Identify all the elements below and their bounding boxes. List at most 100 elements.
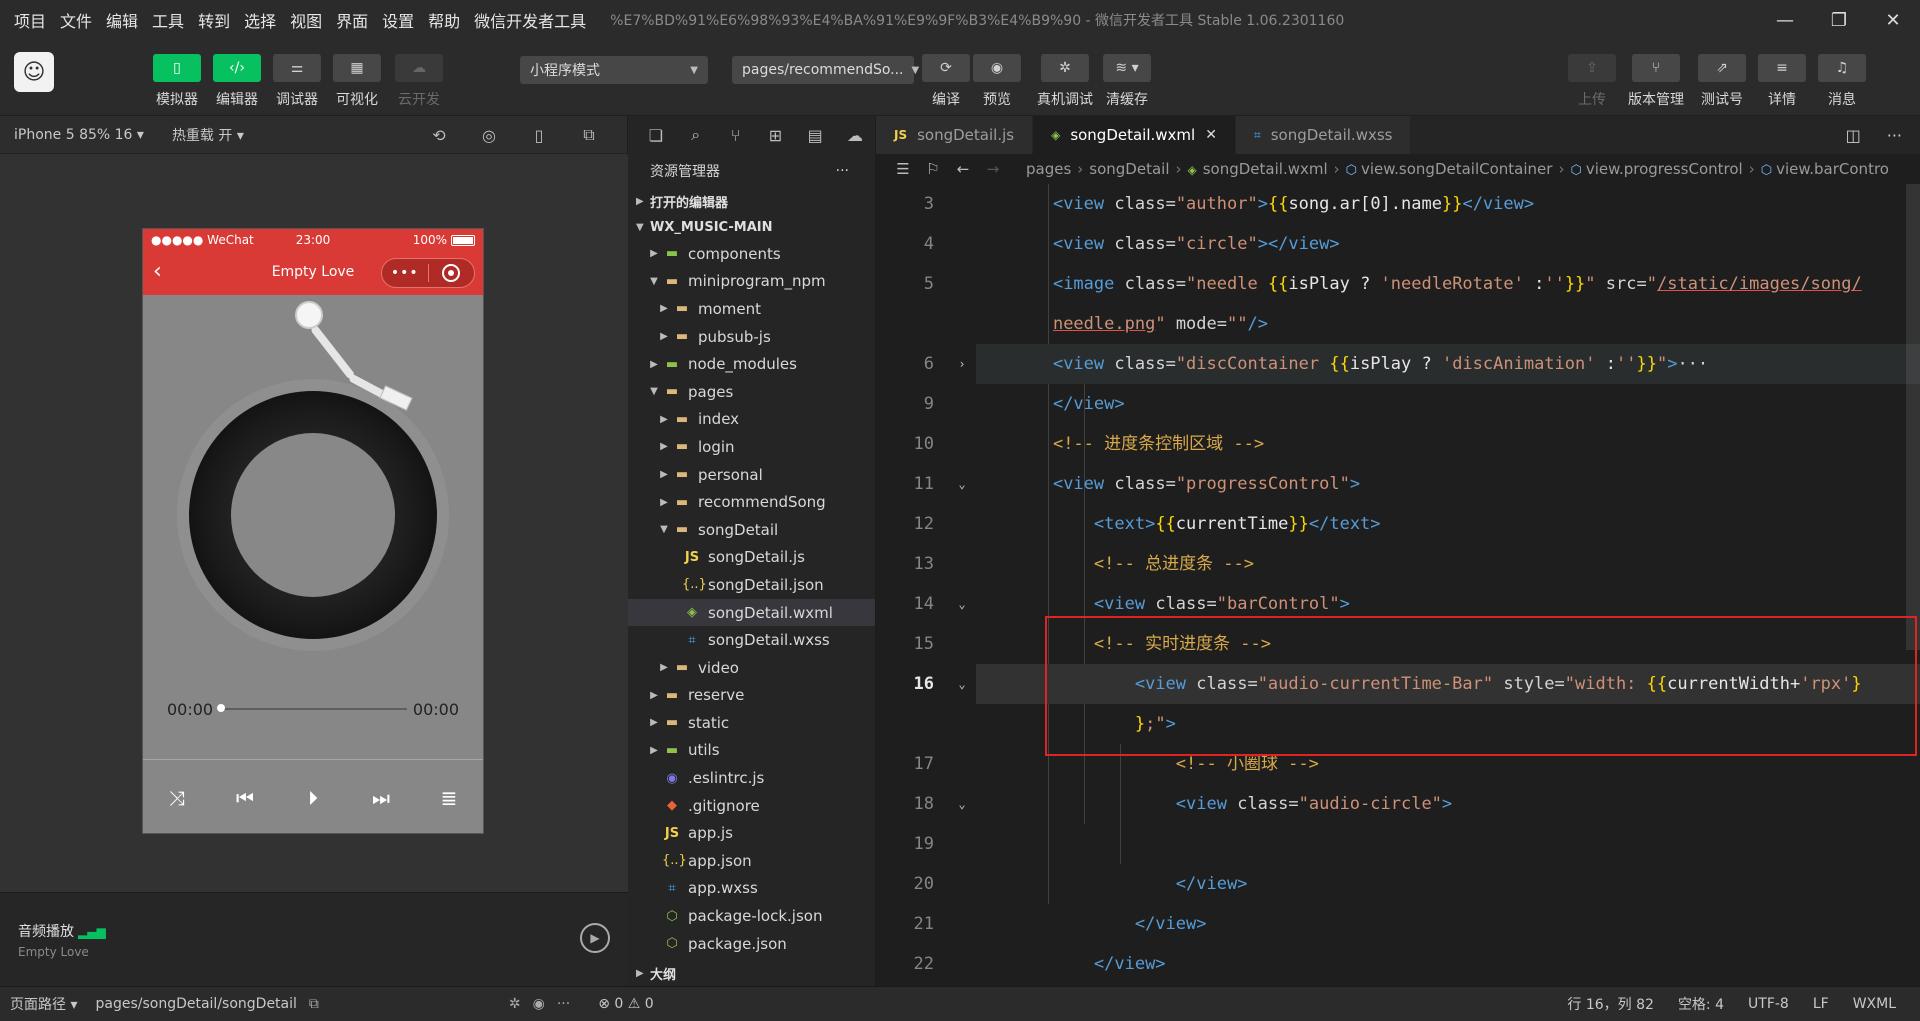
more-icon[interactable]: ··· — [1887, 126, 1902, 145]
menu-item[interactable]: 编辑 — [106, 8, 138, 32]
file-tree-item[interactable]: ▶ ▬ utils — [628, 737, 875, 765]
avatar[interactable]: ☺ — [14, 52, 54, 92]
version-button[interactable]: ⑂ 版本管理 — [1628, 54, 1684, 109]
fold-expanded-icon[interactable]: ⌄ — [948, 584, 976, 624]
encoding[interactable]: UTF-8 — [1748, 996, 1789, 1012]
file-tree-item[interactable]: ▶ ▬ login — [628, 433, 875, 461]
file-tree-item[interactable]: ⌗ songDetail.wxss — [628, 626, 875, 654]
file-tree-item[interactable]: JS songDetail.js — [628, 544, 875, 572]
file-tree-item[interactable]: ◆ .gitignore — [628, 792, 875, 820]
menu-item[interactable]: 视图 — [290, 8, 322, 32]
breadcrumb-item[interactable]: view.progressControl — [1586, 160, 1743, 178]
file-tree-item[interactable]: ⬡ package.json — [628, 930, 875, 958]
outline-section[interactable]: ▶ 大纲 — [628, 960, 876, 986]
file-tree-item[interactable]: ▶ ▬ moment — [628, 295, 875, 323]
hot-reload-toggle[interactable]: 热重载 开 ▾ — [172, 125, 244, 145]
breadcrumb-item[interactable]: songDetail.wxml — [1203, 160, 1328, 178]
project-section[interactable]: ▼ WX_MUSIC-MAIN — [628, 214, 875, 240]
menu-item[interactable]: 项目 — [14, 8, 46, 32]
editor-tab[interactable]: ⌗ songDetail.wxss — [1235, 116, 1412, 154]
menu-capsule[interactable]: ••• — [381, 258, 475, 288]
language-mode[interactable]: WXML — [1853, 996, 1896, 1012]
file-tree-item[interactable]: ▶ ▬ static — [628, 709, 875, 737]
editor-tab[interactable]: ◈ songDetail.wxml ✕ — [1033, 116, 1236, 154]
file-tree-item[interactable]: ▼ ▬ songDetail — [628, 516, 875, 544]
menu-item[interactable]: 转到 — [198, 8, 230, 32]
bug-icon[interactable]: ✲ — [509, 996, 521, 1012]
file-tree-item[interactable]: ▶ ▬ recommendSong — [628, 488, 875, 516]
file-tree-item[interactable]: ◈ songDetail.wxml — [628, 598, 875, 627]
extensions-icon[interactable]: ⊞ — [755, 126, 795, 145]
device-select[interactable]: iPhone 5 85% 16 ▾ — [14, 127, 144, 143]
source-control-icon[interactable]: ⑂ — [716, 126, 756, 145]
menu-item[interactable]: 文件 — [60, 8, 92, 32]
simulator-button[interactable]: ▯ 模拟器 — [153, 54, 201, 109]
fold-expanded-icon[interactable]: ⌄ — [948, 464, 976, 504]
device-icon[interactable]: ▯ — [514, 126, 564, 145]
search-icon[interactable]: ⌕ — [676, 125, 716, 145]
maximize-icon[interactable]: ❐ — [1812, 0, 1866, 40]
page-path-select[interactable]: 页面路径 ▾ — [10, 994, 77, 1014]
file-tree-item[interactable]: {..} songDetail.json — [628, 571, 875, 599]
close-capsule-icon[interactable] — [428, 264, 474, 282]
more-icon[interactable]: ··· — [836, 163, 849, 179]
progress-knob[interactable] — [217, 704, 226, 712]
file-tree-item[interactable]: {..} app.json — [628, 847, 875, 875]
menu-item[interactable]: 选择 — [244, 8, 276, 32]
file-tree-item[interactable]: ⬡ package-lock.json — [628, 902, 875, 930]
close-tab-icon[interactable]: ✕ — [1205, 127, 1217, 143]
split-editor-icon[interactable]: ◫ — [1846, 126, 1861, 145]
line-ending[interactable]: LF — [1813, 996, 1829, 1012]
file-tree-item[interactable]: ▶ ▬ reserve — [628, 682, 875, 710]
file-tree-item[interactable]: JS app.js — [628, 819, 875, 847]
eye-icon[interactable]: ◉ — [533, 996, 545, 1012]
breadcrumb-item[interactable]: songDetail — [1089, 160, 1169, 178]
next-icon[interactable]: ⏭ — [361, 786, 401, 810]
fold-collapsed-icon[interactable]: › — [948, 344, 976, 384]
editor-tab[interactable]: JS songDetail.js — [876, 116, 1034, 154]
reload-icon[interactable]: ⟲ — [414, 126, 464, 145]
shuffle-icon[interactable]: ⤨ — [157, 786, 197, 810]
file-tree-item[interactable]: ▶ ▬ video — [628, 654, 875, 682]
progress-bar[interactable] — [217, 704, 407, 712]
cursor-position[interactable]: 行 16，列 82 — [1567, 994, 1654, 1014]
page-select[interactable]: pages/recommendSo... ▼ — [732, 56, 919, 84]
files-icon[interactable]: ❏ — [636, 126, 676, 145]
file-tree-item[interactable]: ▶ ▬ node_modules — [628, 350, 875, 378]
breadcrumb-item[interactable]: view.songDetailContainer — [1361, 160, 1552, 178]
menu-item[interactable]: 设置 — [382, 8, 414, 32]
mode-select[interactable]: 小程序模式 ▼ — [520, 56, 708, 84]
bookmark-icon[interactable]: ⚐ — [918, 160, 948, 178]
menu-item[interactable]: 微信开发者工具 — [474, 8, 586, 32]
list-icon[interactable]: ☰ — [888, 160, 918, 178]
open-editors-section[interactable]: ▶ 打开的编辑器 — [628, 188, 875, 214]
upload-button[interactable]: ⇪ 上传 — [1568, 54, 1616, 109]
details-button[interactable]: ≡ 详情 — [1758, 54, 1806, 109]
editor-button[interactable]: ‹/› 编辑器 — [213, 54, 261, 109]
menu-item[interactable]: 工具 — [152, 8, 184, 32]
more-icon[interactable]: ••• — [382, 265, 428, 281]
problems-indicator[interactable]: ⊗ 0 ⚠ 0 — [598, 996, 653, 1012]
compile-button[interactable]: ⟳ 编译 — [922, 54, 970, 109]
file-tree-item[interactable]: ◉ .eslintrc.js — [628, 764, 875, 792]
minimize-icon[interactable]: — — [1758, 0, 1812, 40]
file-tree-item[interactable]: ⌗ app.wxss — [628, 875, 875, 903]
cloud-button[interactable]: ☁ 云开发 — [395, 54, 443, 109]
code-area[interactable]: 3 4 5 6 9 10 11 12 13 14 15 16 17 18 19 20 21 22 › ⌄ ⌄ ⌄ … — [876, 184, 1920, 986]
breadcrumb-item[interactable]: view.barContro — [1776, 160, 1889, 178]
audio-play-icon[interactable]: ▶ — [580, 923, 610, 953]
remote-debug-button[interactable]: ✲ 真机调试 — [1037, 54, 1093, 109]
file-tree-item[interactable]: ▼ ▬ pages — [628, 378, 875, 406]
visual-button[interactable]: ▦ 可视化 — [333, 54, 381, 109]
fold-expanded-icon[interactable]: ⌄ — [948, 664, 976, 704]
storage-icon[interactable]: ▤ — [795, 126, 835, 145]
play-icon[interactable]: ⏵ — [293, 786, 333, 810]
messages-button[interactable]: ♫ 消息 — [1818, 54, 1866, 109]
menu-item[interactable]: 界面 — [336, 8, 368, 32]
file-tree-item[interactable]: ▶ ▬ personal — [628, 461, 875, 489]
file-tree-item[interactable]: ▶ ▬ pubsub-js — [628, 323, 875, 351]
copy-icon[interactable]: ⧉ — [309, 996, 319, 1012]
clear-cache-button[interactable]: ≋ ▾ 清缓存 — [1103, 54, 1151, 109]
editor-scrollbar[interactable] — [1906, 184, 1920, 650]
more-icon[interactable]: ··· — [557, 996, 570, 1012]
